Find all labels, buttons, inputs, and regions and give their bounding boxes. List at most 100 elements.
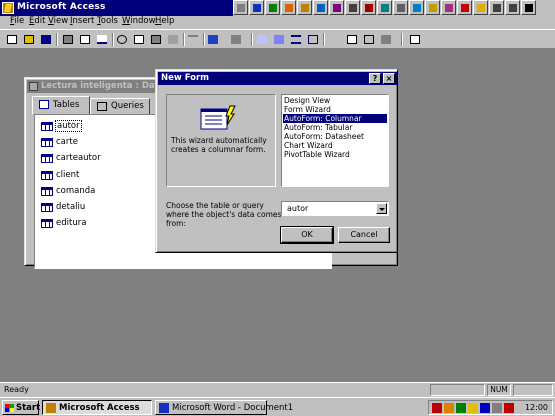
close-button[interactable]: × (383, 73, 395, 84)
spelling-icon[interactable] (94, 32, 110, 47)
list-item[interactable]: AutoForm: Datasheet (283, 132, 387, 141)
tray-app-icon[interactable] (456, 403, 466, 413)
new-form-dialog[interactable]: New Form ? × This wizard automatically c… (155, 69, 398, 253)
list-item[interactable]: PivotTable Wizard (283, 150, 387, 159)
restore-shortcut-icon[interactable] (505, 0, 520, 15)
list-item-selected[interactable]: AutoForm: Columnar (283, 114, 387, 123)
office-bar-menu-icon[interactable] (233, 0, 248, 15)
schedule-shortcut-icon[interactable] (345, 0, 360, 15)
help-button[interactable]: ? (369, 73, 381, 84)
ok-button[interactable]: OK (280, 226, 334, 244)
tray-app-icon[interactable] (504, 403, 514, 413)
print-icon[interactable] (60, 32, 76, 47)
save-icon[interactable] (38, 32, 54, 47)
cut-icon[interactable] (114, 32, 130, 47)
menu-tools[interactable]: Tools (97, 16, 118, 26)
wizard-preview: This wizard automatically creates a colu… (166, 94, 276, 187)
list-item[interactable]: Chart Wizard (283, 141, 387, 150)
toolbar-separator (401, 33, 403, 46)
outlook-shortcut-icon[interactable] (313, 0, 328, 15)
list-view-icon[interactable] (288, 32, 304, 47)
publisher-shortcut-icon[interactable] (377, 0, 392, 15)
access-shortcut-icon[interactable] (297, 0, 312, 15)
tab-tables-label: Tables (53, 100, 80, 110)
task-label: Microsoft Access (59, 403, 140, 413)
dialog-title-bar[interactable]: New Form ? × (158, 72, 397, 85)
choose-source-label: Choose the table or query where the obje… (166, 201, 282, 228)
database-icon (29, 82, 38, 91)
table-name: comanda (56, 186, 96, 196)
format-painter-icon[interactable] (165, 32, 181, 47)
tray-app-icon[interactable] (432, 403, 442, 413)
cancel-button[interactable]: Cancel (338, 227, 390, 243)
tab-queries[interactable]: Queries (90, 98, 150, 114)
bookshelf-shortcut-icon[interactable] (361, 0, 376, 15)
word-icon (159, 403, 169, 413)
minimize-shortcut-icon[interactable] (489, 0, 504, 15)
close-shortcut-icon[interactable] (521, 0, 536, 15)
table-name: autor (55, 120, 82, 132)
tray-app-icon[interactable] (444, 403, 454, 413)
paste-icon[interactable] (148, 32, 164, 47)
powerpoint-shortcut-icon[interactable] (281, 0, 296, 15)
dialog-title: New Form (161, 73, 210, 83)
open-icon[interactable] (21, 32, 37, 47)
table-name: carteautor (56, 153, 101, 163)
taskbar: Start Microsoft Access Microsoft Word - … (0, 397, 555, 416)
speaker-icon[interactable] (492, 403, 502, 413)
menu-bar: File Edit View Insert Tools Window Help (0, 16, 555, 29)
word-shortcut-icon[interactable] (249, 0, 264, 15)
table-icon (41, 154, 53, 163)
properties-icon[interactable] (344, 32, 360, 47)
num-lock-indicator: NUM (487, 384, 511, 396)
analyze-icon[interactable] (228, 32, 248, 47)
small-icons-icon[interactable] (271, 32, 287, 47)
chevron-down-icon[interactable] (376, 203, 387, 214)
explorer-shortcut-icon[interactable] (457, 0, 472, 15)
toolbar-separator (251, 33, 253, 46)
menu-help[interactable]: Help (155, 16, 174, 26)
office-links-icon[interactable] (205, 32, 225, 47)
large-icons-icon[interactable] (254, 32, 270, 47)
mail-shortcut-icon[interactable] (425, 0, 440, 15)
app-title: Microsoft Access (17, 2, 106, 12)
status-bar: Ready NUM (0, 382, 555, 397)
menu-file[interactable]: File (10, 16, 24, 26)
start-button[interactable]: Start (2, 400, 40, 415)
access-key-icon[interactable] (2, 2, 14, 14)
photo-shortcut-icon[interactable] (441, 0, 456, 15)
search-shortcut-icon[interactable] (473, 0, 488, 15)
system-tray: 12:00 (428, 400, 553, 415)
frontpage-shortcut-icon[interactable] (409, 0, 424, 15)
details-view-icon[interactable] (305, 32, 321, 47)
help-icon[interactable] (407, 32, 423, 47)
list-item[interactable]: Form Wizard (283, 105, 387, 114)
menu-window[interactable]: Window (122, 16, 156, 26)
network-shortcut-icon[interactable] (393, 0, 408, 15)
new-object-icon[interactable] (378, 32, 398, 47)
menu-view[interactable]: View (48, 16, 68, 26)
undo-icon[interactable] (185, 32, 201, 47)
excel-shortcut-icon[interactable] (265, 0, 280, 15)
print-preview-icon[interactable] (77, 32, 93, 47)
tray-app-icon[interactable] (468, 403, 478, 413)
menu-insert[interactable]: Insert (70, 16, 94, 26)
app-title-bar: Microsoft Access (0, 0, 555, 16)
toolbar-separator (56, 33, 58, 46)
form-type-list[interactable]: Design View Form Wizard AutoForm: Column… (281, 94, 389, 187)
list-item[interactable]: AutoForm: Tabular (283, 123, 387, 132)
source-combobox[interactable]: autor (281, 201, 389, 216)
tab-tables[interactable]: Tables (32, 96, 90, 114)
list-item[interactable]: Design View (283, 96, 387, 105)
wizard-description: This wizard automatically creates a colu… (171, 136, 267, 154)
relationships-icon[interactable] (361, 32, 377, 47)
table-name: carte (56, 137, 78, 147)
binder-shortcut-icon[interactable] (329, 0, 344, 15)
new-icon[interactable] (4, 32, 20, 47)
tray-app-icon[interactable] (480, 403, 490, 413)
table-tab-icon (39, 100, 49, 109)
copy-icon[interactable] (131, 32, 147, 47)
taskbar-item-access[interactable]: Microsoft Access (42, 400, 152, 415)
menu-edit[interactable]: Edit (29, 16, 45, 26)
taskbar-item-word[interactable]: Microsoft Word - Document1 (155, 400, 293, 415)
